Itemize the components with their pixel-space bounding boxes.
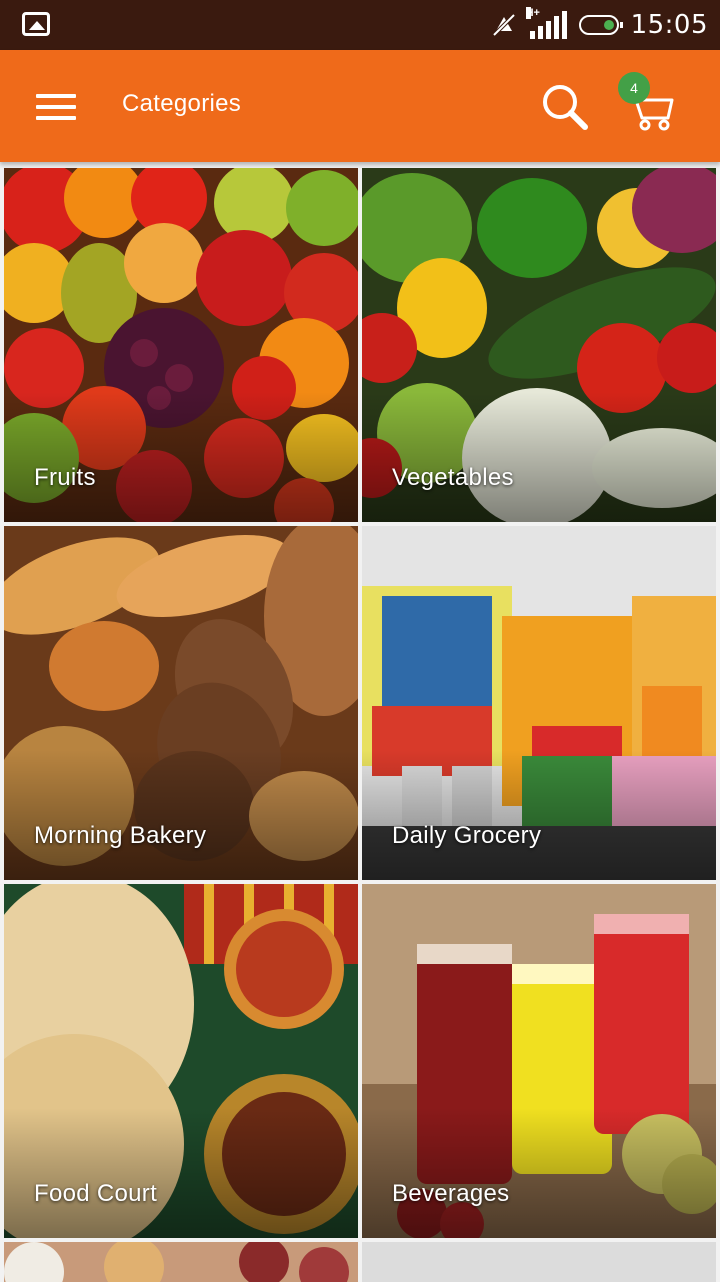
battery-icon [578, 15, 623, 35]
category-tile-fruits[interactable]: Fruits [4, 168, 358, 522]
mute-icon [490, 11, 518, 39]
category-tile-beverages[interactable]: Beverages [362, 884, 716, 1238]
category-tile-daily-grocery[interactable]: Daily Grocery [362, 526, 716, 880]
page-title: Categories [122, 90, 242, 117]
network-type: H+ [525, 7, 540, 19]
category-label: Vegetables [392, 464, 514, 491]
category-label: Fruits [34, 464, 96, 491]
category-label: Beverages [392, 1180, 510, 1207]
cart-button[interactable]: 4 [618, 72, 678, 132]
category-tile-morning-bakery[interactable]: Morning Bakery [4, 526, 358, 880]
search-icon [543, 85, 588, 130]
status-bar: H+ 15:05 [0, 0, 720, 50]
category-label: Food Court [34, 1180, 158, 1207]
search-button[interactable] [540, 82, 590, 132]
category-tile-food-court[interactable]: Food Court [4, 884, 358, 1238]
toolbar: Categories 4 [0, 50, 720, 162]
status-time: 15:05 [630, 10, 708, 40]
category-tile-partial-left[interactable] [4, 1242, 358, 1282]
partial-tile-image [4, 1242, 358, 1282]
signal-icon: H+ [525, 7, 567, 39]
hamburger-icon[interactable] [36, 94, 76, 120]
gallery-icon [22, 12, 50, 36]
category-label: Morning Bakery [34, 822, 207, 849]
cart-count-badge: 4 [618, 72, 650, 104]
category-tile-vegetables[interactable]: Vegetables [362, 168, 716, 522]
category-tile-partial-right[interactable] [362, 1242, 716, 1282]
category-label: Daily Grocery [392, 822, 542, 849]
